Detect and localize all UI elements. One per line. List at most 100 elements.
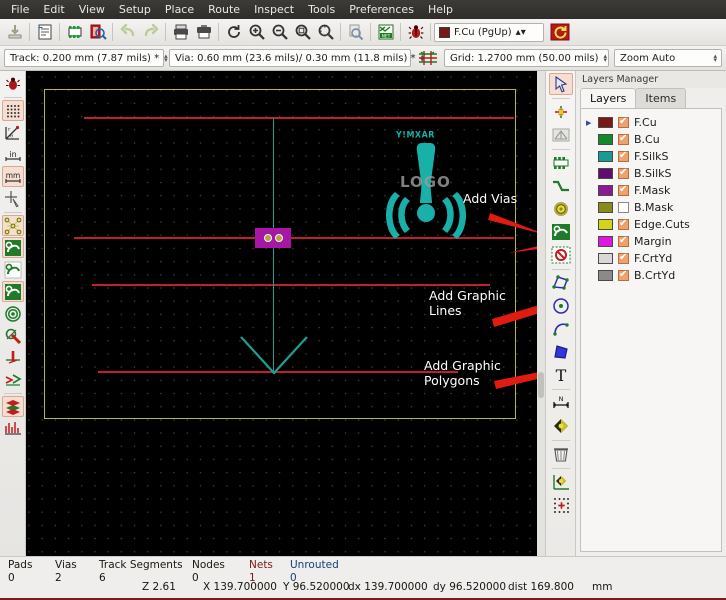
layers-manager-toggle-icon[interactable] <box>1 396 24 417</box>
layer-color-swatch[interactable] <box>598 219 613 230</box>
layer-color-swatch[interactable] <box>598 151 613 162</box>
grid-selector[interactable]: Grid: 1.2700 mm (50.00 mils) ▴ ▾ <box>444 49 609 67</box>
page-settings-icon[interactable] <box>33 21 56 44</box>
layer-visibility-checkbox[interactable] <box>618 167 629 179</box>
layer-color-swatch[interactable] <box>598 270 613 281</box>
layer-row-edge-cuts[interactable]: Edge.Cuts <box>584 216 718 233</box>
layer-visibility-checkbox[interactable] <box>618 202 629 213</box>
hide-pads-icon[interactable] <box>2 325 24 346</box>
track-segment[interactable] <box>92 284 490 286</box>
menu-item-route[interactable]: Route <box>201 1 247 18</box>
menu-item-place[interactable]: Place <box>158 1 201 18</box>
show-footprints-front-icon[interactable] <box>2 347 24 368</box>
layer-row-f-crtyd[interactable]: F.CrtYd <box>584 250 718 267</box>
layer-row-f-cu[interactable]: ▶ F.Cu <box>584 114 718 131</box>
menu-item-inspect[interactable]: Inspect <box>247 1 301 18</box>
zoom-out-icon[interactable] <box>268 21 291 44</box>
layer-visibility-checkbox[interactable] <box>618 218 629 230</box>
highlight-net-icon[interactable] <box>549 101 573 123</box>
delete-icon[interactable] <box>549 443 573 465</box>
via-hole[interactable] <box>263 234 272 242</box>
layer-pair-icon[interactable] <box>548 21 571 44</box>
canvas-vertical-scroll-thumb[interactable] <box>538 371 544 398</box>
add-graphic-arc-icon[interactable] <box>549 318 573 340</box>
fill-vias-icon[interactable] <box>1 281 24 302</box>
menu-item-tools[interactable]: Tools <box>301 1 342 18</box>
layer-color-swatch[interactable] <box>598 117 613 128</box>
layer-row-b-crtyd[interactable]: B.CrtYd <box>584 267 718 284</box>
add-graphic-filled-polygon-icon[interactable] <box>549 341 573 363</box>
units-mm-icon[interactable]: mm <box>1 166 24 187</box>
zoom-spinner[interactable]: ▴ ▾ <box>708 53 719 64</box>
layer-color-swatch[interactable] <box>598 202 613 213</box>
layer-row-b-cu[interactable]: B.Cu <box>584 131 718 148</box>
show-footprints-back-icon[interactable] <box>2 369 24 390</box>
layer-visibility-checkbox[interactable] <box>618 116 629 128</box>
layer-color-swatch[interactable] <box>598 236 613 247</box>
route-track-icon[interactable] <box>549 175 573 197</box>
refresh-icon[interactable] <box>222 21 245 44</box>
layer-color-swatch[interactable] <box>598 253 613 264</box>
add-footprint-icon[interactable] <box>549 152 573 174</box>
grid-spinner[interactable]: ▴ ▾ <box>598 53 609 64</box>
via-hole[interactable] <box>274 234 283 242</box>
show-ratsnest-icon[interactable] <box>1 215 24 236</box>
track-width-selector[interactable]: Track: 0.200 mm (7.87 mils) * ▴ ▾ <box>4 49 168 67</box>
track-segment[interactable] <box>84 117 514 119</box>
active-layer-selector[interactable]: F.Cu (PgUp) ▴▾ <box>434 22 544 42</box>
add-zone-icon[interactable] <box>549 221 573 243</box>
add-graphic-polygon-icon[interactable] <box>549 272 573 294</box>
net-highlight-icon[interactable] <box>416 47 439 70</box>
find-icon[interactable] <box>344 21 367 44</box>
layer-visibility-checkbox[interactable] <box>618 252 629 264</box>
undo-icon[interactable] <box>116 21 139 44</box>
zoom-area-icon[interactable] <box>314 21 337 44</box>
add-via-icon[interactable] <box>549 198 573 220</box>
layer-visibility-checkbox[interactable] <box>618 184 629 196</box>
add-text-icon[interactable]: T <box>549 364 573 386</box>
layer-visibility-checkbox[interactable] <box>618 150 629 162</box>
layer-visibility-checkbox[interactable] <box>618 269 629 281</box>
add-graphic-circle-icon[interactable] <box>549 295 573 317</box>
netlist-icon[interactable]: NET <box>374 21 397 44</box>
redo-icon[interactable] <box>139 21 162 44</box>
active-layer-spinner[interactable]: ▴▾ <box>516 27 526 38</box>
drc-errors-icon[interactable] <box>2 73 24 94</box>
menu-item-edit[interactable]: Edit <box>36 1 71 18</box>
print-preview-icon[interactable] <box>86 21 109 44</box>
menu-item-view[interactable]: View <box>72 1 112 18</box>
layer-row-b-silks[interactable]: B.SilkS <box>584 165 718 182</box>
units-inches-icon[interactable]: in <box>2 144 24 165</box>
layer-row-b-mask[interactable]: B.Mask <box>584 199 718 216</box>
drc-icon[interactable] <box>404 21 427 44</box>
plot-icon[interactable] <box>192 21 215 44</box>
grid-display-icon[interactable] <box>1 100 24 121</box>
open-board-icon[interactable] <box>3 21 26 44</box>
menu-item-file[interactable]: File <box>4 1 36 18</box>
add-dimension-icon[interactable]: N <box>549 392 573 414</box>
track-segment[interactable] <box>98 371 458 373</box>
menu-item-preferences[interactable]: Preferences <box>342 1 421 18</box>
fill-tracks-icon[interactable] <box>2 259 24 280</box>
cursor-shape-icon[interactable] <box>2 188 24 209</box>
tab-items[interactable]: Items <box>635 88 687 108</box>
tab-layers[interactable]: Layers <box>580 88 637 108</box>
menu-item-help[interactable]: Help <box>421 1 460 18</box>
add-target-icon[interactable] <box>549 415 573 437</box>
local-ratsnest-icon[interactable] <box>549 124 573 146</box>
layer-row-f-silks[interactable]: F.SilkS <box>584 148 718 165</box>
layer-visibility-checkbox[interactable] <box>618 133 629 145</box>
set-origin-icon[interactable] <box>549 471 573 493</box>
fill-zones-icon[interactable] <box>2 303 24 324</box>
select-tool-icon[interactable] <box>548 73 573 95</box>
track-segment[interactable] <box>74 237 514 239</box>
canvas-vertical-scrollbar[interactable] <box>537 71 545 556</box>
layer-color-swatch[interactable] <box>598 134 613 145</box>
add-keepout-zone-icon[interactable] <box>549 244 573 266</box>
zoom-fit-icon[interactable] <box>291 21 314 44</box>
curved-ratsnest-icon[interactable] <box>1 237 24 258</box>
set-grid-origin-icon[interactable] <box>549 494 573 516</box>
layer-visibility-checkbox[interactable] <box>618 235 629 247</box>
layer-color-swatch[interactable] <box>598 168 613 179</box>
zoom-in-icon[interactable] <box>245 21 268 44</box>
